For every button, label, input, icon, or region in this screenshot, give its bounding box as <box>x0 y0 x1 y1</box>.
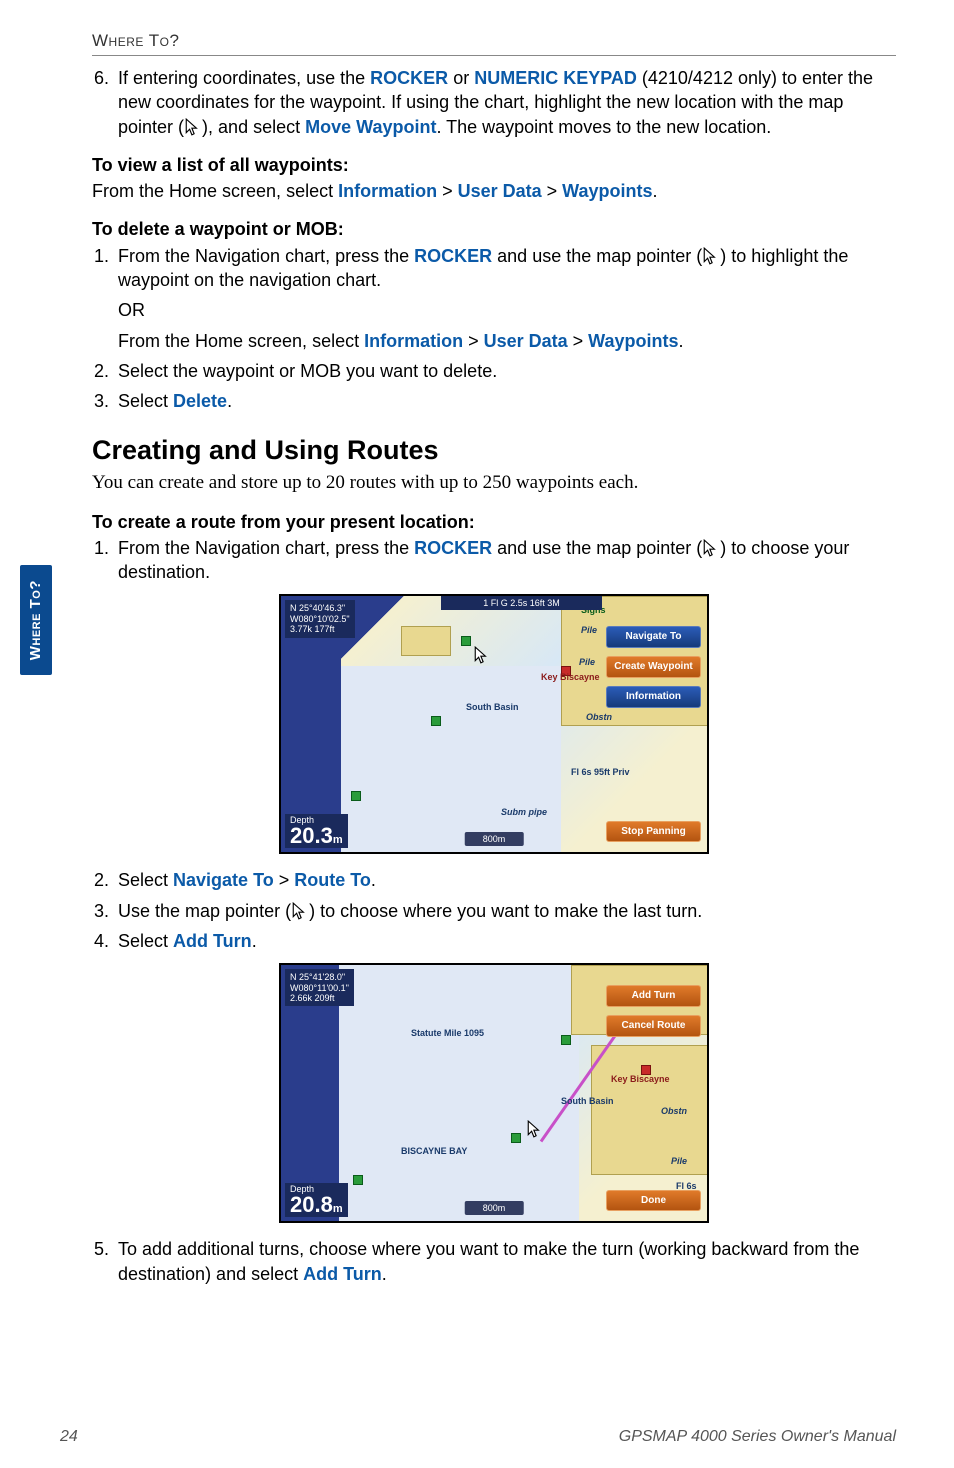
route-step-5: 5. To add additional turns, choose where… <box>92 1237 896 1286</box>
route-step-2: 2. Select Navigate To > Route To. <box>92 868 896 892</box>
page-header: Where To? <box>92 28 896 56</box>
delete-step-3: 3. Select Delete. <box>92 389 896 413</box>
rocker-term: ROCKER <box>370 68 448 88</box>
route-step-3: 3. Use the map pointer () to choose wher… <box>92 899 896 923</box>
map-pointer-icon <box>291 902 309 920</box>
chart-screenshot-2: BISCAYNE BAY Statute Mile 1095 South Bas… <box>279 963 709 1223</box>
depth-box: Depth 20.8m <box>285 1183 348 1217</box>
manual-title: GPSMAP 4000 Series Owner's Manual <box>619 1426 896 1448</box>
delete-step-1b: From the Home screen, select Information… <box>118 329 896 353</box>
page-content: Where To? 6. If entering coordinates, us… <box>0 0 954 1312</box>
page-footer: 24 GPSMAP 4000 Series Owner's Manual <box>60 1426 896 1448</box>
delete-step-2: 2. Select the waypoint or MOB you want t… <box>92 359 896 383</box>
delete-heading: To delete a waypoint or MOB: <box>92 217 896 241</box>
coord-box: N 25°41'28.0" W080°11'00.1" 2.66k 209ft <box>285 969 354 1006</box>
scale-label: 800m <box>465 1201 524 1215</box>
map-pointer-icon <box>184 118 202 136</box>
coord-box: N 25°40'46.3" W080°10'02.5" 3.77k 177ft <box>285 600 355 637</box>
done-button[interactable]: Done <box>606 1190 701 1212</box>
map-pointer-icon <box>702 539 720 557</box>
map-pointer-icon <box>473 646 491 664</box>
view-list-heading: To view a list of all waypoints: <box>92 153 896 177</box>
delete-step-1: 1. From the Navigation chart, press the … <box>92 244 896 293</box>
delete-or: OR <box>118 298 896 322</box>
chart-screenshot-1: Signs Pile Pile Key Biscayne South Basin… <box>279 594 709 854</box>
cancel-route-button[interactable]: Cancel Route <box>606 1015 701 1037</box>
navigate-to-button[interactable]: Navigate To <box>606 626 701 648</box>
move-waypoint-term: Move Waypoint <box>305 117 436 137</box>
create-route-heading: To create a route from your present loca… <box>92 510 896 534</box>
numeric-keypad-term: NUMERIC KEYPAD <box>474 68 637 88</box>
map-pointer-icon <box>702 247 720 265</box>
page-number: 24 <box>60 1426 78 1448</box>
map-pointer-icon <box>526 1120 544 1138</box>
view-list-body: From the Home screen, select Information… <box>92 179 896 203</box>
scale-label: 800m <box>465 832 524 846</box>
routes-heading: Creating and Using Routes <box>92 432 896 468</box>
route-step-1: 1. From the Navigation chart, press the … <box>92 536 896 585</box>
add-turn-button[interactable]: Add Turn <box>606 985 701 1007</box>
information-button[interactable]: Information <box>606 686 701 708</box>
route-step-4: 4. Select Add Turn. <box>92 929 896 953</box>
stop-panning-button[interactable]: Stop Panning <box>606 821 701 843</box>
routes-intro: You can create and store up to 20 routes… <box>92 470 896 496</box>
header-section-title: Where To? <box>92 31 179 50</box>
depth-box: Depth 20.3m <box>285 814 348 848</box>
step-6: 6. If entering coordinates, use the ROCK… <box>92 66 896 139</box>
create-waypoint-button[interactable]: Create Waypoint <box>606 656 701 678</box>
